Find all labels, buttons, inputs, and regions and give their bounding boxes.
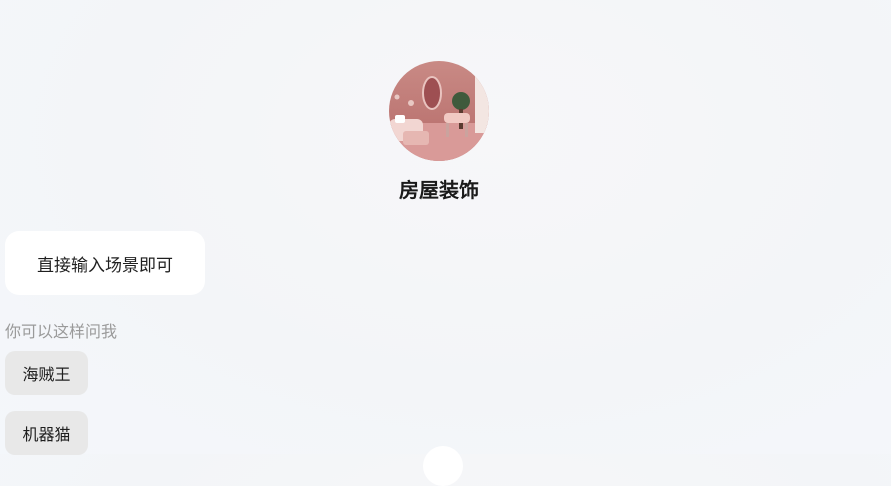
suggestion-chip-label: 机器猫	[22, 425, 71, 444]
scroll-down-button[interactable]	[423, 446, 463, 486]
welcome-message-bubble: 直接输入场景即可	[5, 231, 205, 295]
living-room-photo-icon	[389, 61, 489, 161]
suggestions-hint: 你可以这样问我	[5, 322, 118, 341]
suggestion-chip-label: 海贼王	[22, 365, 71, 384]
bot-name: 房屋装饰	[399, 178, 479, 202]
welcome-message-text: 直接输入场景即可	[37, 255, 173, 276]
suggestion-chip[interactable]: 机器猫	[5, 411, 88, 455]
bot-avatar	[389, 61, 489, 161]
suggestion-chip[interactable]: 海贼王	[5, 351, 88, 395]
